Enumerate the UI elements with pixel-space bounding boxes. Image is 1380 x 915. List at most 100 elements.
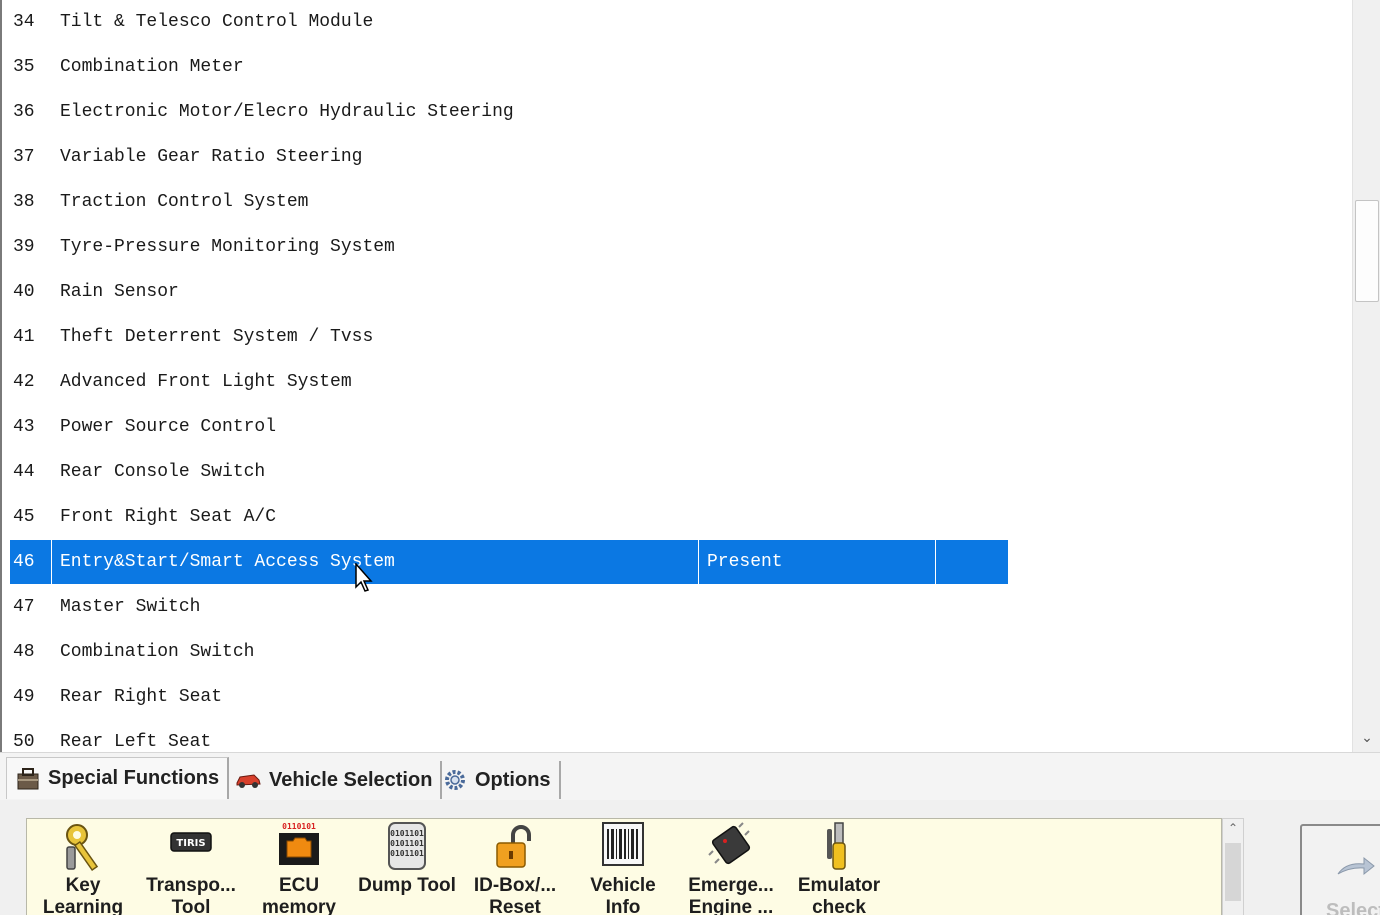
tab-bar: Special Functions Vehicle Selection Opti… bbox=[0, 752, 1380, 800]
list-item[interactable]: 35 Combination Meter bbox=[10, 45, 1008, 89]
dump-tool-button[interactable]: 0101101 0101101 0101101 Dump Tool bbox=[353, 821, 461, 915]
scrollbar-thumb[interactable] bbox=[1225, 843, 1241, 901]
item-number: 34 bbox=[13, 12, 35, 32]
item-number: 37 bbox=[13, 147, 35, 167]
item-status: Present bbox=[698, 540, 936, 584]
padlock-icon bbox=[496, 825, 531, 868]
list-item[interactable]: 49 Rear Right Seat bbox=[10, 675, 1008, 719]
item-number: 44 bbox=[13, 462, 35, 482]
tool-strip-scrollbar[interactable]: ⌃ bbox=[1222, 818, 1244, 915]
item-name: Tyre-Pressure Monitoring System bbox=[60, 237, 395, 257]
item-name: Rear Console Switch bbox=[60, 462, 266, 482]
select-button-label: Select bbox=[1326, 900, 1380, 915]
list-item[interactable]: 38 Traction Control System bbox=[10, 180, 1008, 224]
toolbox-icon bbox=[17, 767, 39, 789]
list-item[interactable]: 46 Entry&Start/Smart Access System Present bbox=[10, 540, 1008, 584]
item-number: 39 bbox=[13, 237, 35, 257]
tool-label-line1: Emulator bbox=[797, 875, 881, 896]
item-name: Traction Control System bbox=[60, 192, 309, 212]
module-list[interactable]: 34 Tilt & Telesco Control Module 35 Combina… bbox=[0, 0, 1352, 752]
tool-strip: Key Learning TIRIS Transpo... Tool 01101… bbox=[26, 818, 1222, 915]
emergency-engine-button[interactable]: Emerge... Engine ... bbox=[677, 821, 785, 915]
item-number: 48 bbox=[13, 642, 35, 662]
tool-label-line2: Learning bbox=[42, 897, 124, 915]
tool-label-line1: Key bbox=[65, 875, 101, 896]
screwdriver-icon bbox=[827, 822, 846, 870]
tool-label-line1: Dump Tool bbox=[358, 875, 456, 896]
select-button[interactable]: Select bbox=[1300, 824, 1380, 915]
list-item[interactable]: 47 Master Switch bbox=[10, 585, 1008, 629]
list-item[interactable]: 37 Variable Gear Ratio Steering bbox=[10, 135, 1008, 179]
item-number: 49 bbox=[13, 687, 35, 707]
scroll-up-arrow-icon[interactable]: ⌃ bbox=[1223, 821, 1243, 835]
item-number: 35 bbox=[13, 57, 35, 77]
id-box-reset-button[interactable]: ID-Box/... Reset bbox=[461, 821, 569, 915]
item-number: 47 bbox=[13, 597, 35, 617]
vehicle-info-button[interactable]: Vehicle Info bbox=[569, 821, 677, 915]
list-item[interactable]: 34 Tilt & Telesco Control Module bbox=[10, 0, 1008, 44]
item-name: Combination Meter bbox=[60, 57, 244, 77]
list-item[interactable]: 43 Power Source Control bbox=[10, 405, 1008, 449]
transponder-tool-button[interactable]: TIRIS Transpo... Tool bbox=[137, 821, 245, 915]
item-name: Tilt & Telesco Control Module bbox=[60, 12, 374, 32]
tab-vehicle-selection[interactable]: Vehicle Selection bbox=[226, 761, 443, 799]
tool-label-line2: Tool bbox=[171, 897, 211, 915]
tool-label-line2: Info bbox=[605, 897, 641, 915]
item-name: Front Right Seat A/C bbox=[60, 507, 277, 527]
list-item[interactable]: 42 Advanced Front Light System bbox=[10, 360, 1008, 404]
gear-icon bbox=[445, 770, 465, 790]
item-name: Electronic Motor/Elecro Hydraulic Steeri… bbox=[60, 102, 514, 122]
list-item[interactable]: 36 Electronic Motor/Elecro Hydraulic Stee… bbox=[10, 90, 1008, 134]
item-number: 42 bbox=[13, 372, 35, 392]
item-name: Entry&Start/Smart Access System bbox=[60, 552, 395, 572]
tab-label: Vehicle Selection bbox=[269, 768, 433, 791]
tab-label: Special Functions bbox=[48, 767, 220, 789]
emulator-check-button[interactable]: Emulator check bbox=[785, 821, 893, 915]
item-number: 36 bbox=[13, 102, 35, 122]
special-functions-panel: Key Learning TIRIS Transpo... Tool 01101… bbox=[0, 800, 1380, 915]
transponder-icon: TIRIS bbox=[170, 832, 212, 852]
binary-doc-icon: 0101101 0101101 0101101 bbox=[388, 822, 426, 870]
tool-label-line1: ECU bbox=[278, 875, 320, 896]
tab-label: Options bbox=[475, 768, 551, 791]
item-name: Rain Sensor bbox=[60, 282, 179, 302]
scrollbar-thumb[interactable] bbox=[1355, 200, 1379, 302]
binary-badge: 0101101 bbox=[390, 849, 424, 858]
list-vertical-scrollbar[interactable]: ⌄ bbox=[1352, 0, 1380, 752]
item-number: 41 bbox=[13, 327, 35, 347]
list-item[interactable]: 50 Rear Left Seat bbox=[10, 720, 1008, 752]
item-name: Rear Right Seat bbox=[60, 687, 223, 707]
item-number: 40 bbox=[13, 282, 35, 302]
list-item[interactable]: 48 Combination Switch bbox=[10, 630, 1008, 674]
item-name: Power Source Control bbox=[60, 417, 277, 437]
tool-label-line1: Vehicle bbox=[590, 875, 656, 896]
tool-label-line2: memory bbox=[262, 897, 336, 915]
key-icon bbox=[66, 824, 99, 872]
binary-badge: 0101101 bbox=[390, 839, 424, 848]
tool-label-line1: Transpo... bbox=[146, 875, 236, 896]
item-name: Theft Deterrent System / Tvss bbox=[60, 327, 374, 347]
item-number: 43 bbox=[13, 417, 35, 437]
ecu-icon: 0110101 bbox=[279, 822, 319, 865]
item-number: 46 bbox=[10, 540, 52, 584]
item-number: 38 bbox=[13, 192, 35, 212]
key-learning-button[interactable]: Key Learning bbox=[29, 821, 137, 915]
list-item[interactable]: 41 Theft Deterrent System / Tvss bbox=[10, 315, 1008, 359]
tab-options[interactable]: Options bbox=[434, 761, 561, 799]
item-name: Master Switch bbox=[60, 597, 201, 617]
tab-special-functions[interactable]: Special Functions bbox=[6, 757, 230, 799]
tool-label-line2: Engine ... bbox=[688, 897, 774, 915]
chip-icon bbox=[708, 822, 751, 865]
ecu-memory-button[interactable]: 0110101 ECU memory bbox=[245, 821, 353, 915]
item-name: Variable Gear Ratio Steering bbox=[60, 147, 363, 167]
list-item[interactable]: 45 Front Right Seat A/C bbox=[10, 495, 1008, 539]
list-item[interactable]: 44 Rear Console Switch bbox=[10, 450, 1008, 494]
tool-label-line1: ID-Box/... bbox=[473, 875, 557, 896]
scroll-down-arrow-icon[interactable]: ⌄ bbox=[1353, 724, 1380, 750]
list-item[interactable]: 40 Rain Sensor bbox=[10, 270, 1008, 314]
list-item[interactable]: 39 Tyre-Pressure Monitoring System bbox=[10, 225, 1008, 269]
tool-label-line1: Emerge... bbox=[688, 875, 774, 896]
car-icon bbox=[236, 774, 261, 788]
tool-label-line2: Reset bbox=[489, 897, 541, 915]
item-number: 50 bbox=[13, 732, 35, 752]
